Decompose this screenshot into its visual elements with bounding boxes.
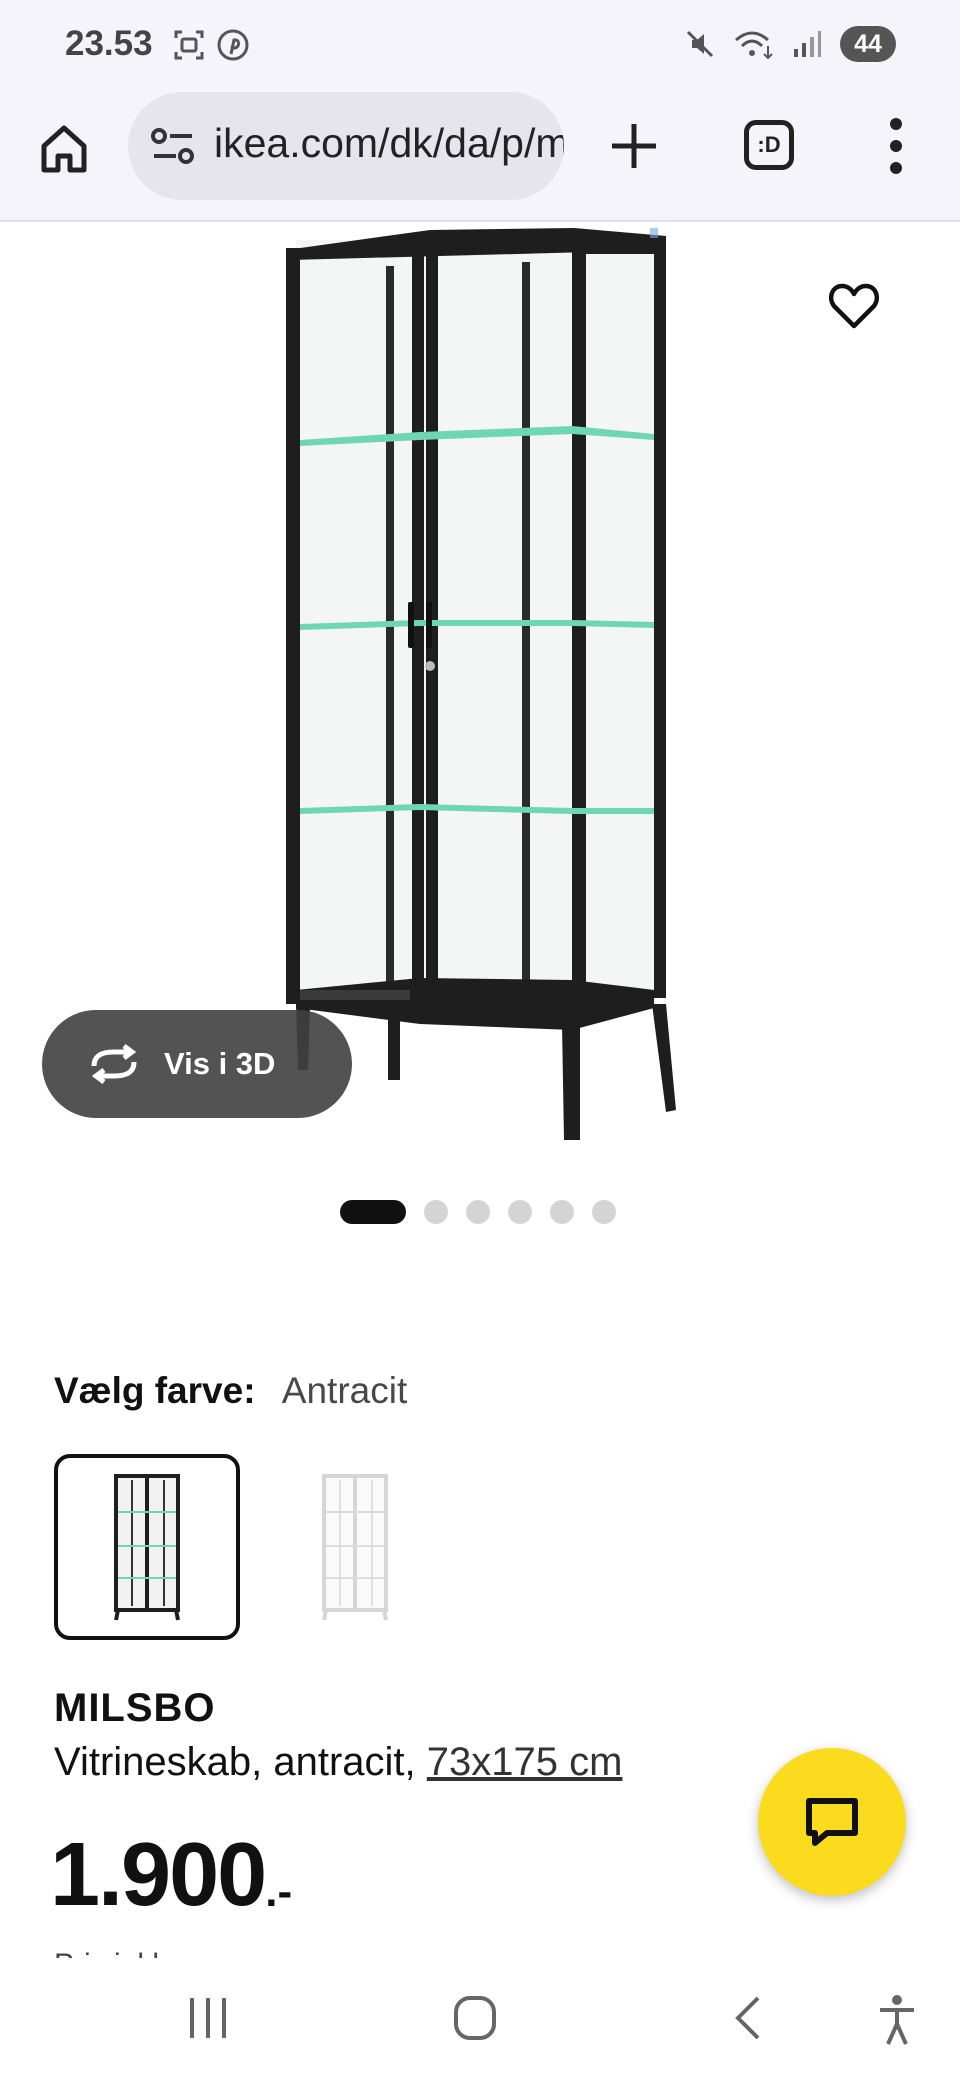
color-swatch-white[interactable] bbox=[262, 1454, 448, 1640]
more-vert-icon[interactable] bbox=[878, 114, 914, 178]
home-nav-icon[interactable] bbox=[452, 1994, 498, 2042]
recents-icon[interactable] bbox=[186, 1994, 230, 2042]
color-value: Antracit bbox=[281, 1370, 408, 1411]
product-description: Vitrineskab, antracit, 73x175 cm bbox=[54, 1740, 622, 1785]
accessibility-icon[interactable] bbox=[876, 1994, 918, 2046]
status-right-icons: 44 bbox=[684, 26, 896, 62]
status-time: 23.53 bbox=[65, 24, 153, 63]
address-bar[interactable]: ikea.com/dk/da/p/milsbo bbox=[128, 92, 564, 200]
swatch-antracit-image bbox=[114, 1474, 180, 1621]
status-bar: 23.53 44 bbox=[0, 0, 960, 92]
carousel-dots bbox=[340, 1200, 616, 1224]
color-selector-row: Vælg farve: Antracit bbox=[54, 1370, 407, 1412]
price-suffix: .- bbox=[265, 1867, 293, 1916]
screen: 23.53 44 ikea.com/dk/da/p/m:D Vis i 3D … bbox=[0, 0, 960, 2080]
product-image[interactable] bbox=[0, 222, 960, 1142]
carousel-dot-4[interactable] bbox=[508, 1200, 532, 1224]
wifi-icon bbox=[735, 31, 773, 60]
back-icon[interactable] bbox=[730, 1994, 764, 2042]
system-nav-bar bbox=[0, 1958, 960, 2080]
tabs-icon[interactable]: :D bbox=[744, 120, 794, 170]
carousel-dot-5[interactable] bbox=[550, 1200, 574, 1224]
price-main: 1.900 bbox=[50, 1825, 267, 1925]
product-description-text: Vitrineskab, antracit, bbox=[54, 1740, 427, 1784]
mute-icon bbox=[686, 30, 714, 58]
view-in-3d-button[interactable]: Vis i 3D bbox=[42, 1010, 352, 1118]
url-text: ikea.com/dk/da/p/milsbo bbox=[214, 120, 564, 166]
carousel-dot-1[interactable] bbox=[340, 1200, 406, 1224]
battery-indicator: 44 bbox=[840, 26, 896, 62]
browser-toolbar: ikea.com/dk/da/p/milsbo :D bbox=[0, 92, 960, 222]
rotate-3d-icon bbox=[91, 1044, 137, 1084]
swatch-white-image bbox=[322, 1474, 388, 1621]
view-in-3d-label: Vis i 3D bbox=[164, 1046, 276, 1081]
carousel-dot-2[interactable] bbox=[424, 1200, 448, 1224]
plus-icon[interactable] bbox=[606, 118, 662, 174]
screenshot-icon bbox=[174, 30, 204, 60]
heart-icon[interactable] bbox=[826, 278, 882, 334]
chat-bubble-icon bbox=[806, 1798, 858, 1846]
site-settings-icon[interactable] bbox=[150, 126, 196, 166]
color-swatch-antracit[interactable] bbox=[54, 1454, 240, 1640]
signal-icon bbox=[794, 31, 821, 57]
color-label: Vælg farve: bbox=[54, 1370, 256, 1411]
home-icon[interactable] bbox=[34, 118, 94, 178]
product-price: 1.900 .- bbox=[50, 1830, 292, 1920]
product-name: MILSBO bbox=[54, 1686, 216, 1730]
product-size-link[interactable]: 73x175 cm bbox=[427, 1740, 623, 1784]
chat-button[interactable] bbox=[758, 1748, 906, 1896]
carousel-dot-6[interactable] bbox=[592, 1200, 616, 1224]
status-left-icons bbox=[172, 28, 250, 62]
carousel-dot-3[interactable] bbox=[466, 1200, 490, 1224]
pinterest-icon bbox=[217, 29, 249, 61]
price-note-cutoff: Pris inkl. moms bbox=[54, 1948, 257, 1958]
